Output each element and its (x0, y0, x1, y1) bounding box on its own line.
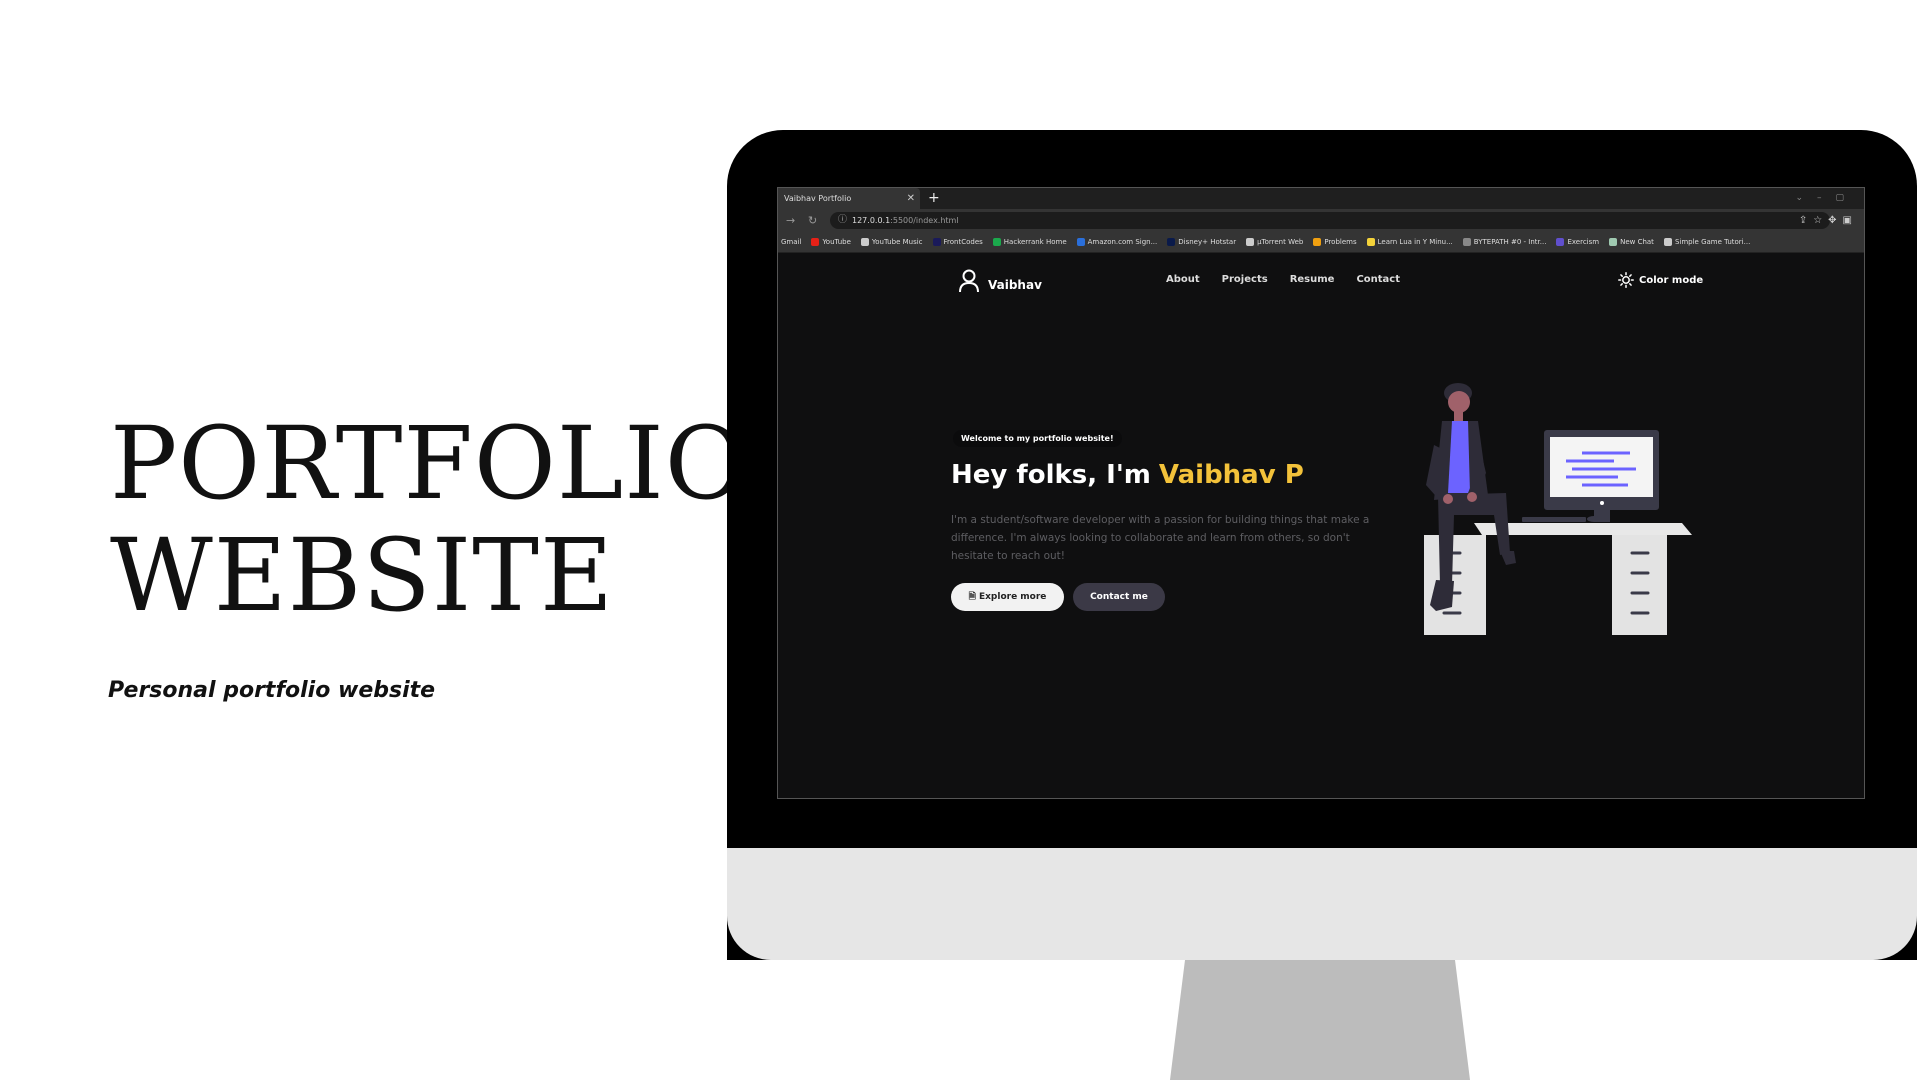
nav-resume[interactable]: Resume (1290, 274, 1335, 285)
bookmark-item[interactable]: Problems (1313, 238, 1357, 246)
bookmark-favicon-icon (1462, 238, 1471, 246)
browser-window: Vaibhav Portfolio ✕ + ⌄–▢ → ↻ ⓘ 127.0.0.… (777, 187, 1865, 799)
reload-icon[interactable]: ↻ (808, 209, 817, 232)
bookmark-label: YouTube Music (871, 238, 923, 246)
bookmark-label: Learn Lua in Y Minu... (1377, 238, 1453, 246)
brand-name: Vaibhav (988, 278, 1042, 292)
nav-projects[interactable]: Projects (1222, 274, 1268, 285)
bookmark-label: BYTEPATH #0 - Intr... (1473, 238, 1547, 246)
bookmark-favicon-icon (1167, 238, 1176, 246)
slide-title: PORTFOLIO WEBSITE (110, 408, 748, 632)
bookmark-favicon-icon (932, 238, 941, 246)
developer-desk-illustration (1424, 383, 1692, 635)
nav-contact[interactable]: Contact (1356, 274, 1400, 285)
tab-bar: Vaibhav Portfolio ✕ + ⌄–▢ (778, 188, 1864, 209)
site-info-icon[interactable]: ⓘ (838, 212, 847, 229)
monitor-chin (727, 848, 1917, 960)
bookmark-favicon-icon (811, 238, 820, 246)
portfolio-page: Vaibhav About Projects Resume Contact Co… (778, 252, 1864, 798)
monitor-stand (1170, 960, 1470, 1080)
toolbar-icons[interactable]: ⇪☆✥▣ (1799, 209, 1858, 232)
color-mode-toggle[interactable]: Color mode (1618, 272, 1703, 288)
bookmark-item[interactable]: YouTube (811, 238, 851, 246)
bookmark-item[interactable]: Exercism (1556, 238, 1599, 246)
bookmark-label: µTorrent Web (1257, 238, 1304, 246)
bookmark-item[interactable]: Hackerrank Home (992, 238, 1067, 246)
address-bar: → ↻ ⓘ 127.0.0.1:5500/index.html ⇪☆✥▣ (778, 209, 1864, 232)
bookmark-label: Amazon.com Sign... (1087, 238, 1158, 246)
bookmark-favicon-icon (1609, 238, 1618, 246)
headline-name: Vaibhav P (1158, 460, 1304, 490)
user-icon (959, 269, 979, 293)
bookmark-label: Disney+ Hotstar (1178, 238, 1237, 246)
explore-more-button[interactable]: 🗎 Explore more (951, 583, 1064, 611)
color-mode-label: Color mode (1639, 274, 1704, 286)
bookmark-label: Problems (1324, 238, 1357, 246)
url-input[interactable]: ⓘ 127.0.0.1:5500/index.html (830, 212, 1830, 229)
bookmark-item[interactable]: New Chat (1609, 238, 1654, 246)
bookmark-item[interactable]: BYTEPATH #0 - Intr... (1462, 238, 1547, 246)
window-controls[interactable]: ⌄–▢ (1795, 188, 1858, 209)
bookmark-favicon-icon (1556, 238, 1565, 246)
forward-icon[interactable]: → (786, 209, 795, 232)
tab-close-icon[interactable]: ✕ (907, 188, 915, 209)
hero-description: I'm a student/software developer with a … (951, 514, 1370, 562)
bookmark-label: Exercism (1567, 238, 1600, 246)
slide-title-line1: PORTFOLIO (110, 405, 748, 522)
site-brand[interactable]: Vaibhav (958, 269, 1042, 293)
bookmark-item[interactable]: Simple Game Tutori... (1663, 238, 1751, 246)
bookmark-favicon-icon (992, 238, 1001, 246)
bookmark-item[interactable]: Disney+ Hotstar (1167, 238, 1236, 246)
bookmark-favicon-icon (860, 238, 869, 246)
bookmark-favicon-icon (1366, 238, 1375, 246)
bookmark-favicon-icon (1313, 238, 1322, 246)
headline-text: Hey folks, I'm (951, 460, 1151, 490)
bookmark-item[interactable]: Learn Lua in Y Minu... (1366, 238, 1453, 246)
bookmark-item[interactable]: Gmail (781, 238, 801, 246)
contact-me-button[interactable]: Contact me (1073, 583, 1165, 611)
bookmark-label: FrontCodes (943, 238, 983, 246)
bookmark-label: YouTube (822, 238, 851, 246)
tab-title: Vaibhav Portfolio (784, 194, 852, 203)
welcome-badge: Welcome to my portfolio website! (953, 430, 1122, 447)
url-path: :5500/index.html (890, 216, 959, 225)
site-nav: About Projects Resume Contact (1166, 274, 1400, 285)
bookmark-label: Simple Game Tutori... (1674, 238, 1751, 246)
nav-about[interactable]: About (1166, 274, 1200, 285)
bookmark-item[interactable]: FrontCodes (932, 238, 983, 246)
bookmark-item[interactable]: YouTube Music (860, 238, 923, 246)
bookmark-item[interactable]: µTorrent Web (1246, 238, 1303, 246)
slide-title-line2: WEBSITE (110, 517, 614, 634)
new-tab-button[interactable]: + (928, 188, 940, 209)
bookmark-favicon-icon (1076, 238, 1085, 246)
bookmark-favicon-icon (1663, 238, 1672, 246)
bookmark-label: Hackerrank Home (1003, 238, 1067, 246)
bookmarks-bar: Gmail YouTube YouTube Music FrontCodes Hacke… (778, 232, 1864, 253)
bookmark-label: New Chat (1620, 238, 1654, 246)
bookmark-label: Gmail (781, 238, 802, 246)
url-host: 127.0.0.1 (852, 216, 891, 225)
hero-headline: Hey folks, I'm Vaibhav P (951, 460, 1304, 490)
slide-subtitle: Personal portfolio website (108, 678, 436, 703)
bookmark-favicon-icon (1246, 238, 1255, 246)
bookmark-item[interactable]: Amazon.com Sign... (1076, 238, 1158, 246)
sun-icon (1618, 272, 1634, 288)
browser-tab[interactable]: Vaibhav Portfolio ✕ (778, 188, 920, 209)
